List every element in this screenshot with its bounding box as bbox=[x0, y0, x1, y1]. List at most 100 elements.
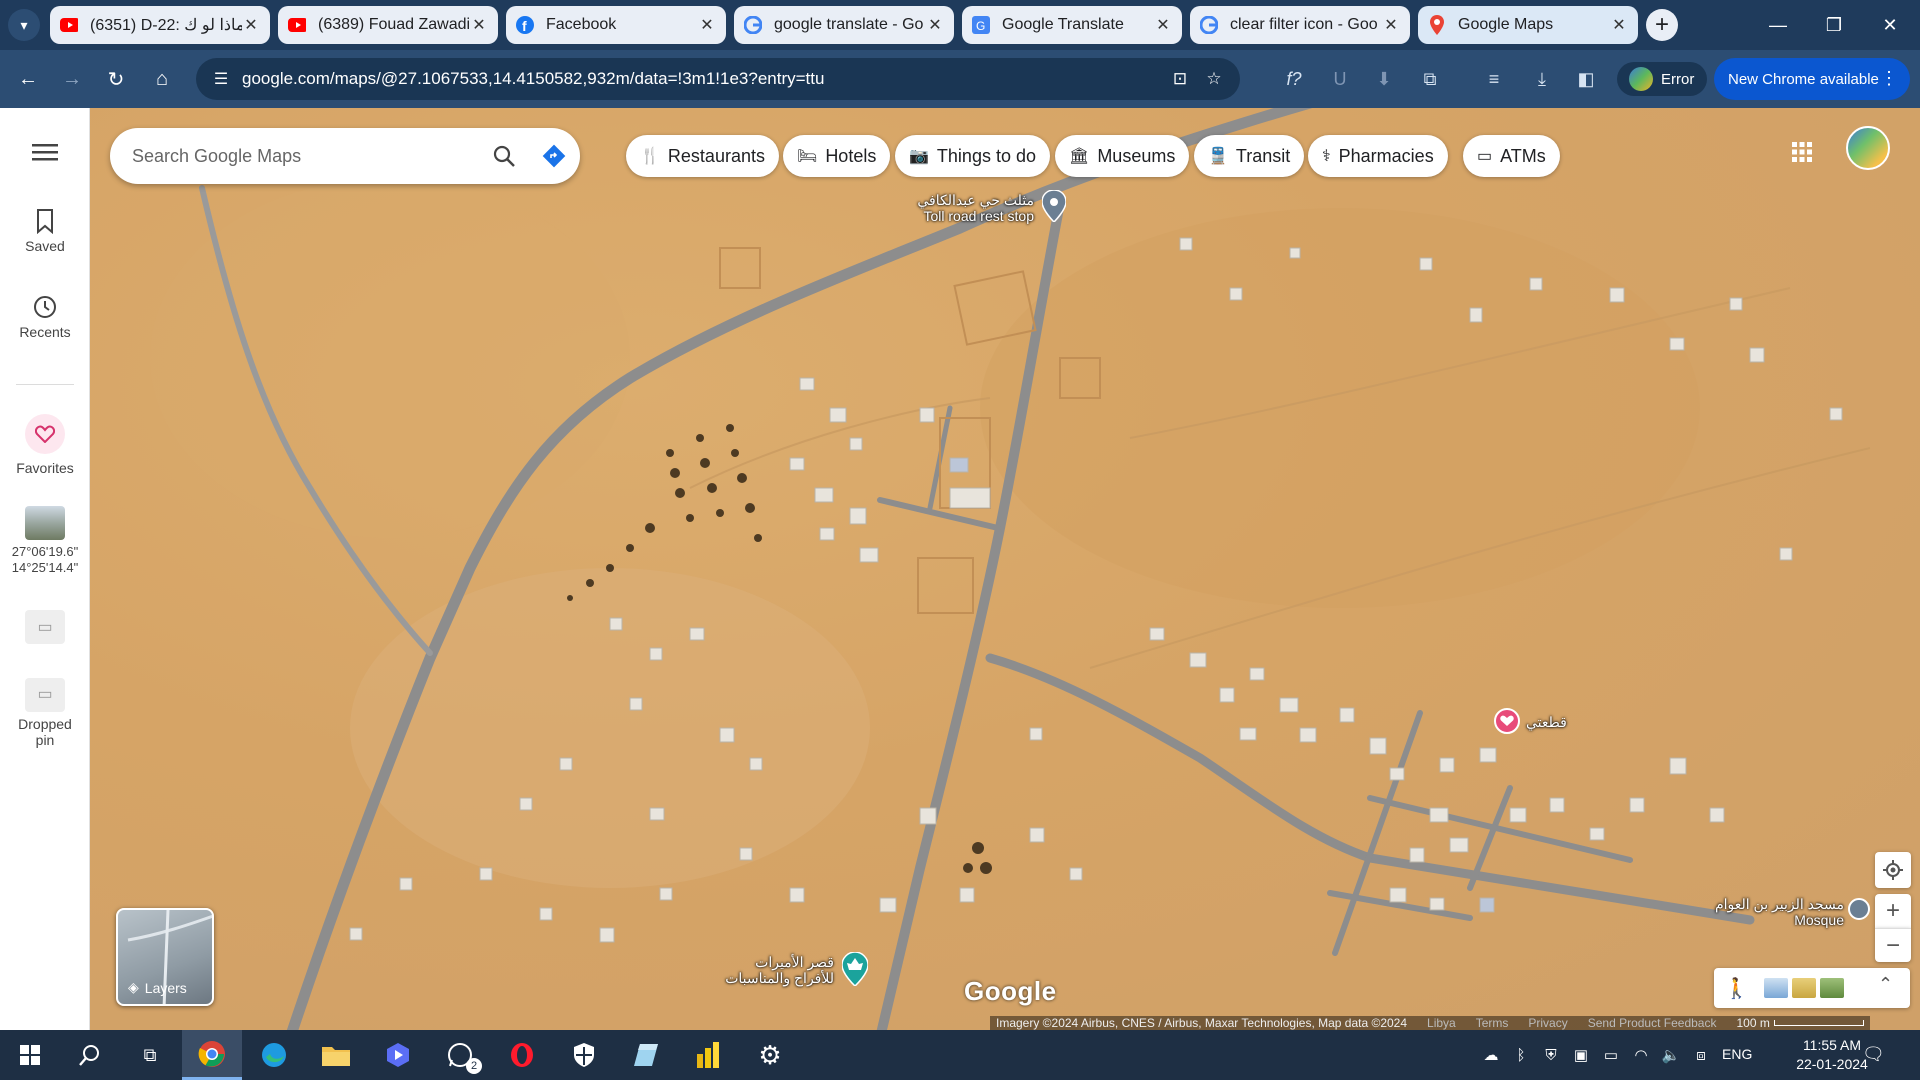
favorite-place-label[interactable]: قطعتي bbox=[1526, 714, 1567, 730]
display-icon[interactable]: ⧈ bbox=[1690, 1044, 1712, 1066]
extensions-puzzle-icon[interactable]: ⧉ bbox=[1414, 63, 1446, 95]
my-location-button[interactable] bbox=[1875, 852, 1911, 888]
close-tab-icon[interactable]: ✕ bbox=[698, 15, 716, 35]
chip-pharmacies[interactable]: ⚕ Pharmacies bbox=[1308, 135, 1448, 177]
search-input[interactable] bbox=[132, 128, 442, 184]
wifi-icon[interactable]: ◠ bbox=[1630, 1044, 1652, 1066]
device-tray-icon[interactable]: ▣ bbox=[1570, 1044, 1592, 1066]
account-avatar[interactable] bbox=[1846, 126, 1890, 170]
palace-label[interactable]: قصر الأميرات للأفراح والمناسبات bbox=[712, 954, 834, 986]
chip-museums[interactable]: 🏛 Museums bbox=[1055, 135, 1190, 177]
layers-toggle[interactable]: ◈ Layers bbox=[116, 908, 214, 1006]
side-panel-icon[interactable]: ◧ bbox=[1570, 63, 1602, 95]
taskbar-security[interactable] bbox=[554, 1030, 614, 1080]
home-button[interactable]: ⌂ bbox=[146, 63, 178, 95]
tab-google-translate[interactable]: G Google Translate ✕ bbox=[962, 6, 1182, 44]
google-apps-button[interactable] bbox=[1784, 134, 1820, 170]
chip-things-to-do[interactable]: 📷 Things to do bbox=[895, 135, 1050, 177]
close-tab-icon[interactable]: ✕ bbox=[242, 15, 260, 35]
imagery-thumb-2[interactable] bbox=[1792, 978, 1816, 998]
new-tab-button[interactable]: + bbox=[1646, 9, 1678, 41]
media-queue-icon[interactable]: ≡ bbox=[1478, 63, 1510, 95]
taskbar-whatsapp[interactable]: 2 bbox=[430, 1030, 490, 1080]
taskbar-powerbi[interactable] bbox=[678, 1030, 738, 1080]
chip-transit[interactable]: 🚆 Transit bbox=[1194, 135, 1305, 177]
expand-up-icon[interactable]: ⌃ bbox=[1878, 974, 1893, 995]
reload-button[interactable]: ↻ bbox=[100, 63, 132, 95]
dropped-pin-button[interactable]: ▭ Dropped pin bbox=[0, 678, 90, 748]
search-icon[interactable] bbox=[490, 142, 518, 170]
taskbar-settings[interactable]: ⚙ bbox=[740, 1030, 800, 1080]
back-button[interactable]: ← bbox=[12, 63, 44, 95]
chip-atms[interactable]: ▭ ATMs bbox=[1463, 135, 1560, 177]
close-tab-icon[interactable]: ✕ bbox=[470, 15, 488, 35]
directions-icon[interactable] bbox=[540, 142, 568, 170]
close-tab-icon[interactable]: ✕ bbox=[1154, 15, 1172, 35]
close-tab-icon[interactable]: ✕ bbox=[926, 15, 944, 35]
country-link[interactable]: Libya bbox=[1427, 1016, 1456, 1030]
tab-search-button[interactable]: ▾ bbox=[8, 9, 40, 41]
favorite-place-marker[interactable] bbox=[1494, 708, 1520, 734]
saved-button[interactable]: Saved bbox=[0, 208, 90, 254]
pegman-icon[interactable]: 🚶 bbox=[1724, 976, 1749, 1001]
language-indicator[interactable]: ENG bbox=[1722, 1046, 1752, 1062]
recent-location-coords[interactable]: 27°06'19.6" 14°25'14.4" bbox=[0, 506, 90, 576]
imagery-thumb-3[interactable] bbox=[1820, 978, 1844, 998]
taskbar-opera[interactable] bbox=[492, 1030, 552, 1080]
chip-hotels[interactable]: 🛏 Hotels bbox=[783, 135, 891, 177]
zoom-in-button[interactable]: + bbox=[1875, 894, 1911, 928]
forward-button[interactable]: → bbox=[56, 63, 88, 95]
site-info-icon[interactable]: ☰ bbox=[210, 68, 232, 90]
security-tray-icon[interactable]: ⛨ bbox=[1540, 1044, 1562, 1066]
recents-button[interactable]: Recents bbox=[0, 294, 90, 340]
taskbar-search-button[interactable] bbox=[60, 1030, 120, 1080]
extension-download-icon[interactable]: ⬇ bbox=[1368, 63, 1400, 95]
onedrive-off-icon[interactable]: ☁ bbox=[1480, 1044, 1502, 1066]
taskbar-file-explorer[interactable] bbox=[306, 1030, 366, 1080]
terms-link[interactable]: Terms bbox=[1476, 1016, 1509, 1030]
tab-google-search-2[interactable]: clear filter icon - Goo ✕ bbox=[1190, 6, 1410, 44]
menu-button[interactable] bbox=[0, 142, 90, 165]
close-window-button[interactable]: ✕ bbox=[1862, 0, 1918, 50]
chip-restaurants[interactable]: 🍴 Restaurants bbox=[626, 135, 779, 177]
satellite-map[interactable]: 🍴 Restaurants 🛏 Hotels 📷 Things to do 🏛 Muse… bbox=[90, 108, 1920, 1030]
rest-stop-label[interactable]: مثلث حي عبدالكافي Toll road rest stop bbox=[902, 192, 1034, 224]
privacy-link[interactable]: Privacy bbox=[1528, 1016, 1567, 1030]
tab-google-search-1[interactable]: google translate - Go ✕ bbox=[734, 6, 954, 44]
mosque-pin-icon[interactable] bbox=[1848, 898, 1870, 920]
downloads-icon[interactable]: ⤓ bbox=[1526, 63, 1558, 95]
close-tab-icon[interactable]: ✕ bbox=[1610, 15, 1628, 35]
bookmark-star-icon[interactable]: ☆ bbox=[1202, 67, 1226, 91]
close-tab-icon[interactable]: ✕ bbox=[1382, 15, 1400, 35]
profile-button[interactable]: Error bbox=[1617, 62, 1707, 96]
bluetooth-icon[interactable]: ᛒ bbox=[1510, 1044, 1532, 1066]
mosque-label[interactable]: مسجد الزبير بن العوام Mosque bbox=[1704, 896, 1844, 928]
scale-bar[interactable]: 100 m bbox=[1736, 1016, 1864, 1030]
rest-stop-pin-icon[interactable] bbox=[1041, 189, 1067, 227]
update-chrome-button[interactable]: New Chrome available ⋮ bbox=[1714, 58, 1910, 100]
feedback-link[interactable]: Send Product Feedback bbox=[1588, 1016, 1717, 1030]
taskbar-edge[interactable] bbox=[244, 1030, 304, 1080]
task-view-button[interactable]: ⧉ bbox=[120, 1030, 180, 1080]
install-app-icon[interactable]: ⊡ bbox=[1168, 67, 1192, 91]
zoom-out-button[interactable]: − bbox=[1875, 928, 1911, 962]
notification-icon[interactable]: 🗨 bbox=[1862, 1044, 1886, 1066]
favorites-button[interactable]: Favorites bbox=[0, 414, 90, 476]
palace-pin-icon[interactable] bbox=[841, 951, 869, 988]
more-menu-icon[interactable]: ⋮ bbox=[1880, 68, 1898, 89]
recent-item-blank[interactable]: ▭ bbox=[0, 610, 90, 648]
address-bar[interactable]: ☰ google.com/maps/@27.1067533,14.4150582… bbox=[196, 58, 1240, 100]
taskbar-notes-app[interactable] bbox=[616, 1030, 676, 1080]
tab-youtube-2[interactable]: (6389) Fouad Zawadi ✕ bbox=[278, 6, 498, 44]
restore-button[interactable]: ❐ bbox=[1806, 0, 1862, 50]
taskbar-chrome[interactable] bbox=[182, 1030, 242, 1080]
tab-google-maps[interactable]: Google Maps ✕ bbox=[1418, 6, 1638, 44]
battery-icon[interactable]: ▭ bbox=[1600, 1044, 1622, 1066]
tab-facebook[interactable]: f Facebook ✕ bbox=[506, 6, 726, 44]
minimize-button[interactable]: — bbox=[1750, 0, 1806, 50]
start-button[interactable] bbox=[0, 1030, 60, 1080]
extension-u-icon[interactable]: U bbox=[1324, 63, 1356, 95]
formula-extension-icon[interactable]: f? bbox=[1278, 63, 1310, 95]
taskbar-app-blue[interactable] bbox=[368, 1030, 428, 1080]
imagery-thumb-1[interactable] bbox=[1764, 978, 1788, 998]
